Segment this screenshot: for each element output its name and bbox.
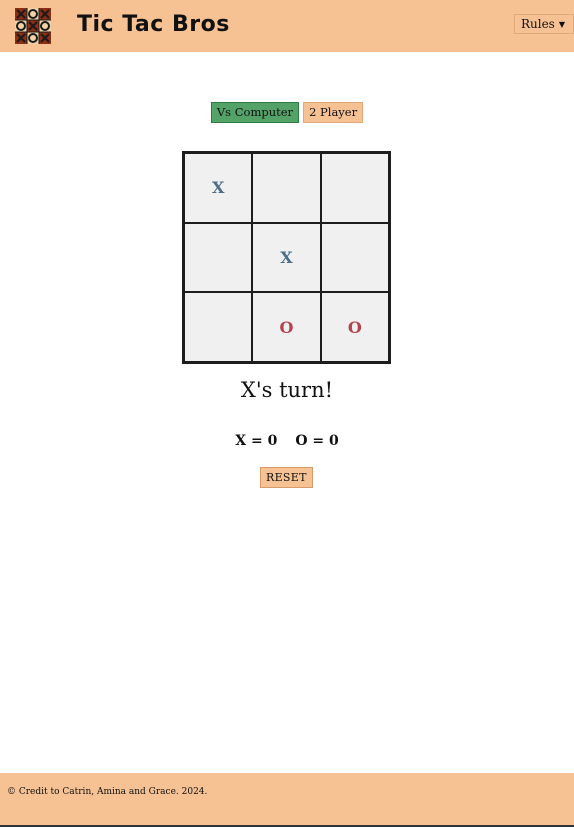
x-score: X = 0 [235,433,278,449]
board-cell[interactable] [184,292,253,362]
tic-tac-toe-logo-icon [15,8,51,44]
rules-dropdown-button[interactable]: Rules ▼ [513,14,574,34]
vs-computer-button[interactable]: Vs Computer [210,102,300,123]
board-cell[interactable] [184,222,253,293]
scoreboard: X = 0 O = 0 [0,433,574,449]
two-player-button[interactable]: 2 Player [303,102,364,123]
game-board: X X O O [182,151,391,364]
board-cell[interactable] [320,153,389,223]
rules-label: Rules [520,17,555,31]
board-cell[interactable]: O [252,292,321,362]
board-cell[interactable] [252,153,321,223]
board-cell[interactable]: X [252,222,321,293]
turn-indicator: X's turn! [240,378,334,402]
site-header: Tic Tac Bros Rules ▼ [0,0,574,52]
app-title: Tic Tac Bros [77,12,230,37]
board-cell[interactable]: X [184,153,253,223]
board-cell[interactable] [320,222,389,293]
reset-button[interactable]: RESET [260,467,313,488]
o-score: O = 0 [295,433,339,449]
game-mode-selector: Vs Computer 2 Player [0,102,574,123]
site-footer: © Credit to Catrin, Amina and Grace. 202… [0,773,574,827]
caret-down-icon: ▼ [558,20,565,29]
credit-text: © Credit to Catrin, Amina and Grace. 202… [7,787,208,797]
board-cell[interactable]: O [320,292,389,362]
